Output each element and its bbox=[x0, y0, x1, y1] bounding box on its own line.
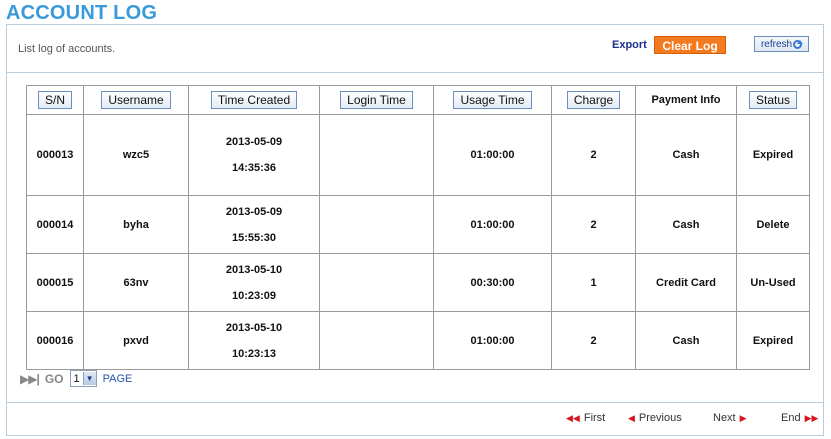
cell-created-date: 2013-05-09 bbox=[225, 205, 283, 218]
cell-usage-time: 01:00:00 bbox=[433, 195, 552, 254]
first-page-link[interactable]: ◀◀ First bbox=[566, 412, 605, 424]
skip-forward-icon: ▶▶| bbox=[20, 371, 40, 386]
cell-status: Expired bbox=[736, 114, 810, 196]
cell-created-time: 10:23:13 bbox=[231, 347, 277, 360]
cell-login-time bbox=[319, 195, 434, 254]
sort-status-button[interactable]: Status bbox=[748, 91, 798, 109]
cell-payment-info: Credit Card bbox=[635, 253, 737, 312]
cell-charge: 2 bbox=[551, 311, 636, 370]
table-row: 000014 byha 2013-05-09 15:55:30 01:00:00… bbox=[26, 195, 810, 254]
column-header-login-time: Login Time bbox=[319, 85, 434, 115]
cell-created-date: 2013-05-10 bbox=[225, 321, 283, 334]
previous-page-link[interactable]: ◀ Previous bbox=[628, 412, 682, 424]
cell-username: pxvd bbox=[83, 311, 189, 370]
page-label: PAGE bbox=[102, 372, 133, 385]
cell-username: wzc5 bbox=[83, 114, 189, 196]
cell-status: Delete bbox=[736, 195, 810, 254]
end-page-link[interactable]: End ▶▶ bbox=[781, 412, 818, 424]
end-page-label: End bbox=[781, 412, 801, 424]
table-row: 000016 pxvd 2013-05-10 10:23:13 01:00:00… bbox=[26, 311, 810, 370]
cell-created-date: 2013-05-09 bbox=[225, 136, 283, 148]
cell-usage-time: 01:00:00 bbox=[433, 114, 552, 196]
next-page-label: Next bbox=[713, 412, 736, 424]
go-button[interactable]: GO bbox=[45, 372, 64, 386]
cell-charge: 1 bbox=[551, 253, 636, 312]
export-link[interactable]: Export bbox=[612, 39, 647, 51]
cell-created-time: 15:55:30 bbox=[231, 231, 277, 244]
cell-sn: 000014 bbox=[26, 195, 84, 254]
table-header-row: S/N Username Time Created Login Time Usa… bbox=[26, 85, 810, 115]
cell-login-time bbox=[319, 311, 434, 370]
cell-time-created: 2013-05-10 10:23:09 bbox=[188, 253, 320, 312]
column-header-sn: S/N bbox=[26, 85, 84, 115]
table-row: 000015 63nv 2013-05-10 10:23:09 00:30:00… bbox=[26, 253, 810, 312]
account-log-panel: List log of accounts. Export Clear Log r… bbox=[6, 24, 824, 436]
sort-username-button[interactable]: Username bbox=[101, 91, 171, 109]
table-row: 000013 wzc5 2013-05-09 14:35:36 01:00:00… bbox=[26, 114, 810, 196]
column-header-status: Status bbox=[736, 85, 810, 115]
cell-time-created: 2013-05-09 14:35:36 bbox=[188, 114, 320, 196]
cell-created-date: 2013-05-10 bbox=[225, 263, 283, 276]
go-to-page: ▶▶| GO 1 ▼ PAGE bbox=[20, 370, 132, 387]
cell-charge: 2 bbox=[551, 114, 636, 196]
column-header-time-created: Time Created bbox=[188, 85, 320, 115]
refresh-icon bbox=[793, 39, 804, 49]
cell-charge: 2 bbox=[551, 195, 636, 254]
last-page-icon: ▶▶ bbox=[804, 412, 819, 423]
cell-payment-info: Cash bbox=[635, 311, 737, 370]
first-page-icon: ◀◀ bbox=[566, 412, 580, 423]
page-select[interactable]: 1 ▼ bbox=[69, 370, 97, 387]
page-select-value: 1 bbox=[73, 372, 80, 385]
cell-usage-time: 01:00:00 bbox=[433, 311, 552, 370]
cell-payment-info: Cash bbox=[635, 114, 737, 196]
column-header-payment-info: Payment Info bbox=[635, 85, 737, 115]
sort-sn-button[interactable]: S/N bbox=[37, 91, 72, 109]
cell-username: 63nv bbox=[83, 253, 189, 312]
column-header-charge: Charge bbox=[551, 85, 636, 115]
next-page-icon: ▶ bbox=[739, 412, 747, 423]
refresh-label: refresh bbox=[760, 38, 793, 50]
sort-time-created-button[interactable]: Time Created bbox=[210, 91, 298, 109]
cell-time-created: 2013-05-10 10:23:13 bbox=[188, 311, 320, 370]
cell-username: byha bbox=[83, 195, 189, 254]
cell-login-time bbox=[319, 114, 434, 196]
cell-sn: 000016 bbox=[26, 311, 84, 370]
refresh-button[interactable]: refresh bbox=[754, 36, 809, 52]
cell-payment-info: Cash bbox=[635, 195, 737, 254]
previous-page-label: Previous bbox=[638, 412, 682, 424]
column-header-usage-time: Usage Time bbox=[433, 85, 552, 115]
cell-sn: 000013 bbox=[26, 114, 84, 196]
previous-page-icon: ◀ bbox=[628, 412, 635, 423]
cell-created-time: 10:23:09 bbox=[231, 289, 277, 302]
cell-usage-time: 00:30:00 bbox=[433, 253, 552, 312]
cell-status: Expired bbox=[736, 311, 810, 370]
sort-usage-time-button[interactable]: Usage Time bbox=[453, 91, 532, 109]
cell-time-created: 2013-05-09 15:55:30 bbox=[188, 195, 320, 254]
column-header-username: Username bbox=[83, 85, 189, 115]
cell-sn: 000015 bbox=[26, 253, 84, 312]
panel-description: List log of accounts. bbox=[18, 43, 116, 55]
footer-divider bbox=[7, 402, 823, 403]
page-title: ACCOUNT LOG bbox=[6, 2, 158, 24]
sort-charge-button[interactable]: Charge bbox=[566, 91, 621, 109]
clear-log-button[interactable]: Clear Log bbox=[654, 36, 726, 54]
sort-login-time-button[interactable]: Login Time bbox=[340, 91, 413, 109]
cell-login-time bbox=[319, 253, 434, 312]
next-page-link[interactable]: Next ▶ bbox=[713, 412, 747, 424]
first-page-label: First bbox=[583, 412, 606, 424]
cell-created-time: 14:35:36 bbox=[231, 162, 277, 174]
chevron-down-icon: ▼ bbox=[82, 372, 96, 385]
header-divider bbox=[7, 72, 823, 73]
account-log-table: S/N Username Time Created Login Time Usa… bbox=[26, 85, 810, 370]
cell-status: Un-Used bbox=[736, 253, 810, 312]
